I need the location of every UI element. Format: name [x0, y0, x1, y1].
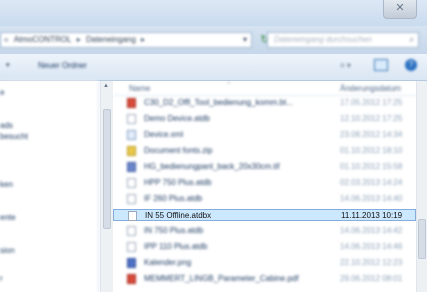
file-row[interactable]: HPP 750 Plus.atdb 02.03.2013 14:24 [113, 177, 416, 189]
sort-indicator-icon: ˄ [227, 81, 231, 87]
search-input[interactable]: Dateneingang durchsuchen ⌕ [267, 32, 419, 48]
file-row[interactable]: IN 750 Plus.atdb 14.06.2013 14:42 [113, 225, 416, 237]
address-dropdown-icon[interactable]: ▾ [243, 33, 247, 47]
file-row[interactable]: Kalender.png 22.10.2012 12:23 [113, 257, 416, 269]
file-date: 02.03.2013 14:24 [340, 178, 403, 187]
command-bar: ▾ Neuer Ordner ≡ ▾ ? [0, 54, 427, 81]
column-name[interactable]: Name [129, 84, 150, 93]
file-file-icon [127, 242, 136, 252]
breadcrumb-atmocontrol[interactable]: AtmoCONTROL [14, 33, 72, 47]
scrollbar-thumb[interactable] [103, 109, 111, 229]
address-row: « AtmoCONTROL ▸ Dateneingang ▸ ▾ ↻ Daten… [0, 26, 427, 54]
file-date: 11.11.2013 10:19 [341, 211, 403, 220]
column-header: Name ˄ Änderungsdatum [113, 81, 416, 96]
file-row[interactable]: C30_D2_Offl_Tool_bedienung_komm.bt... 17.… [113, 97, 416, 109]
file-row[interactable]: IN 55 Offline.atdbx 11.11.2013 10:19 [113, 209, 416, 221]
nav-item[interactable]: besucht [0, 132, 28, 141]
breadcrumb-separator-icon[interactable]: ▸ [77, 33, 81, 47]
tif-file-icon [127, 162, 136, 172]
file-name: Demo Device.atdb [144, 114, 210, 123]
file-list: Name ˄ Änderungsdatum C30_D2_Offl_Tool_b… [113, 81, 416, 292]
file-file-icon [127, 114, 136, 124]
file-date: 17.05.2012 17:25 [340, 98, 403, 107]
close-button[interactable]: ✕ [383, 0, 417, 19]
file-row[interactable]: HG_bedienungpanl_back_20x30cm.tif 01.10.2… [113, 161, 416, 173]
file-row[interactable]: Device.xml 23.08.2012 14:34 [113, 129, 416, 141]
scrollbar-thumb[interactable] [418, 219, 426, 259]
breadcrumb-separator-icon[interactable]: ▸ [141, 33, 145, 47]
file-name: HPP 750 Plus.atdb [144, 178, 212, 187]
file-date: 14.06.2013 14:46 [340, 242, 403, 251]
file-date: 01.10.2012 15:58 [340, 162, 403, 171]
nav-item[interactable]: e [0, 88, 4, 97]
file-row[interactable]: Document fonts.zip 01.10.2012 18:10 [113, 145, 416, 157]
navigation-pane: e ads besucht ken ente sion r [0, 81, 99, 292]
file-name: HG_bedienungpanl_back_20x30cm.tif [144, 162, 280, 171]
view-options-icon[interactable]: ≡ ▾ [340, 61, 351, 70]
file-name: Device.xml [144, 130, 184, 139]
file-row[interactable]: IPP 110 Plus.atdb 14.06.2013 14:46 [113, 241, 416, 253]
file-name: IF 260 Plus.atdb [144, 194, 203, 203]
file-name: Document fonts.zip [144, 146, 213, 155]
address-bar[interactable]: « AtmoCONTROL ▸ Dateneingang ▸ ▾ [0, 32, 252, 48]
file-list-scrollbar[interactable] [416, 81, 427, 292]
pdf-file-icon [127, 98, 136, 108]
navigation-scrollbar[interactable]: ▲ [100, 81, 113, 292]
nav-item[interactable]: r [0, 274, 3, 283]
new-folder-button[interactable]: Neuer Ordner [38, 61, 87, 70]
column-date[interactable]: Änderungsdatum [340, 84, 401, 93]
file-row[interactable]: IF 260 Plus.atdb 14.06.2013 14:40 [113, 193, 416, 205]
file-file-icon [127, 226, 136, 236]
file-date: 01.10.2012 18:10 [340, 146, 403, 155]
file-file-icon [128, 211, 137, 221]
close-icon: ✕ [395, 2, 405, 14]
file-row[interactable]: MEMMERT_LINGB_Parameter_Cabine.pdf 29.06.… [113, 273, 416, 285]
nav-item[interactable]: ken [0, 180, 13, 189]
title-bar: ✕ [0, 0, 427, 26]
file-file-icon [127, 178, 136, 188]
xml-file-icon [127, 130, 136, 140]
zip-file-icon [127, 146, 136, 156]
file-name: IN 55 Offline.atdbx [145, 211, 212, 220]
search-icon[interactable]: ⌕ [410, 33, 414, 47]
file-date: 14.06.2013 14:40 [340, 194, 403, 203]
file-name: IN 750 Plus.atdb [144, 226, 204, 235]
breadcrumb-dateneingang[interactable]: Dateneingang [86, 33, 136, 47]
file-date: 29.06.2012 08:01 [340, 274, 403, 283]
breadcrumb-overflow-icon[interactable]: « [4, 33, 8, 47]
file-file-icon [127, 194, 136, 204]
file-date: 22.10.2012 12:23 [340, 258, 403, 267]
search-placeholder: Dateneingang durchsuchen [274, 35, 372, 44]
file-row[interactable]: Demo Device.atdb 12.10.2012 17:25 [113, 113, 416, 125]
file-name: MEMMERT_LINGB_Parameter_Cabine.pdf [144, 274, 299, 283]
nav-item[interactable]: sion [0, 246, 15, 255]
nav-item[interactable]: ads [0, 121, 13, 130]
help-icon[interactable]: ? [405, 59, 417, 71]
preview-pane-icon[interactable] [374, 59, 388, 71]
file-name: C30_D2_Offl_Tool_bedienung_komm.bt... [144, 98, 293, 107]
file-name: IPP 110 Plus.atdb [144, 242, 208, 251]
file-date: 23.08.2012 14:34 [340, 130, 403, 139]
file-date: 14.06.2013 14:42 [340, 226, 403, 235]
organize-dropdown-icon[interactable]: ▾ [6, 61, 10, 69]
file-date: 12.10.2012 17:25 [340, 114, 403, 123]
img-file-icon [127, 258, 136, 268]
pdf-file-icon [127, 274, 136, 284]
scroll-up-icon[interactable]: ▲ [103, 83, 109, 89]
file-name: Kalender.png [144, 258, 192, 267]
nav-item[interactable]: ente [0, 213, 16, 222]
